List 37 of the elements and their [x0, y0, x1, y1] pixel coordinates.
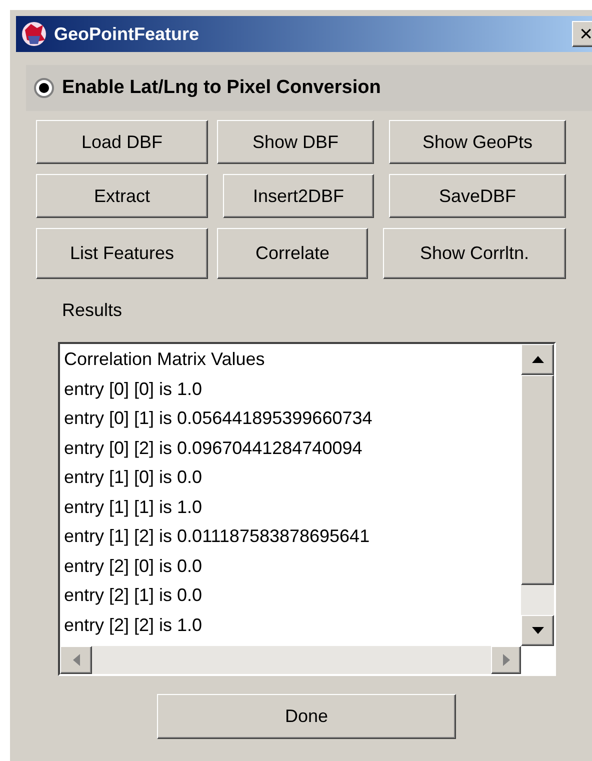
window-title: GeoPointFeature: [54, 22, 200, 46]
action-button[interactable]: Insert2DBF: [223, 174, 374, 218]
action-button[interactable]: Show GeoPts: [389, 120, 566, 164]
action-button[interactable]: SaveDBF: [389, 174, 566, 218]
result-line: entry [0] [2] is 0.09670441284740094: [64, 436, 364, 460]
left-arrow-icon: [72, 654, 80, 666]
action-button[interactable]: Show DBF: [217, 120, 374, 164]
up-arrow-icon: [532, 356, 544, 363]
right-arrow-icon: [502, 654, 510, 666]
action-button[interactable]: List Features: [36, 228, 208, 279]
result-line: entry [2] [2] is 1.0: [64, 614, 204, 637]
scroll-left-button[interactable]: [60, 646, 92, 674]
app-icon: [19, 20, 49, 48]
result-line: entry [1] [1] is 1.0: [64, 496, 204, 519]
option-label: Enable Lat/Lng to Pixel Conversion: [62, 76, 381, 100]
vertical-scrollbar[interactable]: [521, 344, 554, 646]
action-button[interactable]: Extract: [36, 174, 208, 218]
result-line: entry [1] [0] is 0.0: [64, 466, 204, 489]
action-button[interactable]: Show Corrltn.: [383, 228, 566, 279]
results-label: Results: [62, 299, 124, 322]
scroll-down-button[interactable]: [521, 615, 554, 646]
action-button[interactable]: Correlate: [217, 228, 368, 279]
scroll-thumb[interactable]: [521, 375, 554, 585]
scroll-right-button[interactable]: [491, 646, 521, 674]
close-button[interactable]: ×: [572, 21, 592, 47]
scroll-up-button[interactable]: [521, 344, 554, 375]
result-line: entry [1] [2] is 0.011187583878695641: [64, 525, 371, 548]
action-button[interactable]: Load DBF: [36, 120, 208, 164]
down-arrow-icon: [532, 627, 544, 634]
result-line: entry [2] [1] is 0.0: [64, 584, 204, 607]
radio-button[interactable]: [34, 78, 54, 98]
done-button[interactable]: Done: [157, 694, 456, 739]
result-line: entry [0] [0] is 1.0: [64, 378, 204, 401]
result-line: entry [2] [0] is 0.0: [64, 554, 204, 578]
horizontal-scrollbar[interactable]: [60, 646, 521, 674]
result-line: entry [0] [1] is 0.056441895399660734: [64, 407, 374, 430]
result-line: Correlation Matrix Values: [64, 348, 266, 371]
